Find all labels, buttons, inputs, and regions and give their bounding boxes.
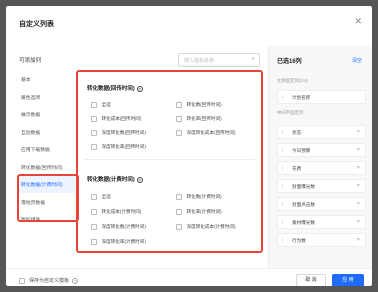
group-divider bbox=[84, 159, 255, 160]
checkbox-icon bbox=[176, 102, 182, 108]
drag-handle-icon[interactable]: ⁞ bbox=[282, 148, 283, 154]
checkbox-icon bbox=[91, 224, 97, 230]
drag-handle-icon[interactable]: ⁞ bbox=[282, 238, 283, 244]
checkbox-option[interactable]: 转化成本(计费时间) bbox=[91, 209, 141, 215]
selected-item[interactable]: ⁞ 封面点击数 × bbox=[277, 197, 366, 211]
drag-handle-icon[interactable]: ⁞ bbox=[282, 220, 283, 226]
checkbox-option[interactable]: 转化率(回传时间) bbox=[176, 116, 222, 122]
remove-icon[interactable]: × bbox=[357, 183, 360, 189]
available-columns-title: 可添加列 bbox=[19, 58, 42, 64]
category-item-attributes[interactable]: 属性选项 bbox=[19, 88, 75, 106]
checkbox-icon bbox=[91, 239, 97, 245]
checkbox-icon bbox=[91, 194, 97, 200]
checkbox-select-all[interactable]: 全选 bbox=[91, 194, 111, 200]
group-title-postback: 转化数据(回传时间)? bbox=[87, 85, 143, 92]
search-placeholder: 搜入指标名称 bbox=[184, 58, 215, 64]
checkbox-icon bbox=[176, 116, 182, 122]
selected-item[interactable]: ⁞ 今日预算 × bbox=[277, 143, 366, 157]
fixed-columns-label: 左侧固定列(1/4) bbox=[277, 78, 308, 83]
checkbox-icon bbox=[91, 116, 97, 122]
search-icon: ⌕ bbox=[251, 56, 255, 62]
selected-count-title: 已选16列 bbox=[277, 59, 302, 65]
checkbox-option[interactable]: 转化成本(回传时间) bbox=[91, 116, 141, 122]
checkbox-option[interactable]: 深度转化率(回传时间) bbox=[91, 144, 146, 150]
group-title-billing: 转化数据(计费时间)? bbox=[87, 176, 143, 183]
unfixed-columns-label: 中间不固定列 bbox=[277, 110, 304, 115]
selected-item[interactable]: ⁞ 花费 × bbox=[277, 161, 366, 175]
dialog-title: 自定义列表 bbox=[19, 21, 54, 28]
remove-icon[interactable]: × bbox=[357, 147, 360, 153]
highlight-box-categories bbox=[17, 174, 79, 222]
checkbox-option[interactable]: 深度转化成本(计费时间) bbox=[176, 224, 236, 230]
help-icon[interactable]: ? bbox=[136, 85, 143, 92]
selected-item[interactable]: ⁞ 状态 × bbox=[277, 125, 366, 139]
checkbox-icon bbox=[91, 144, 97, 150]
checkbox-option[interactable]: 深度转化数(回传时间) bbox=[91, 130, 146, 136]
help-icon[interactable]: ? bbox=[136, 176, 143, 183]
save-template-checkbox[interactable]: 保存为自定义模板 ? bbox=[19, 277, 79, 284]
checkbox-icon bbox=[91, 130, 97, 136]
checkbox-option[interactable]: 转化数(计费时间) bbox=[176, 194, 222, 200]
footer-divider bbox=[6, 268, 372, 269]
selected-item[interactable]: ⁞ 素材曝光数 × bbox=[277, 215, 366, 229]
close-icon[interactable]: ✕ bbox=[354, 17, 362, 26]
checkbox-icon[interactable] bbox=[19, 277, 25, 284]
cancel-button[interactable]: 取 消 bbox=[296, 274, 326, 286]
checkbox-icon bbox=[176, 209, 182, 215]
options-panel: 转化数据(回传时间)? 全选 转化数(回传时间) 转化成本(回传时间) 转化率(… bbox=[76, 70, 263, 253]
help-icon[interactable]: ? bbox=[72, 277, 79, 284]
category-item-basic[interactable]: 基本 bbox=[19, 70, 75, 88]
drag-handle-icon[interactable]: ⁞ bbox=[282, 95, 283, 101]
metric-search-input[interactable]: 搜入指标名称 ⌕ bbox=[178, 53, 260, 67]
checkbox-icon bbox=[176, 224, 182, 230]
checkbox-icon bbox=[176, 194, 182, 200]
checkbox-icon bbox=[91, 209, 97, 215]
checkbox-icon bbox=[91, 102, 97, 108]
category-item-interaction[interactable]: 互动数据 bbox=[19, 123, 75, 141]
drag-handle-icon[interactable]: ⁞ bbox=[282, 202, 283, 208]
remove-icon[interactable]: × bbox=[357, 129, 360, 135]
selected-item[interactable]: ⁞ 行为数 × bbox=[277, 233, 366, 247]
drag-handle-icon[interactable]: ⁞ bbox=[282, 130, 283, 136]
selected-item-fixed[interactable]: ⁞ 计划名称 bbox=[277, 90, 366, 104]
custom-columns-dialog: 自定义列表 ✕ 可添加列 搜入指标名称 ⌕ 基本 属性选项 展示数据 互动数据 … bbox=[6, 6, 372, 286]
remove-icon[interactable]: × bbox=[357, 165, 360, 171]
checkbox-option[interactable]: 转化率(计费时间) bbox=[176, 209, 222, 215]
checkbox-select-all[interactable]: 全选 bbox=[91, 102, 111, 108]
category-item-conversion-postback[interactable]: 转化数据(回传时间) bbox=[19, 158, 75, 176]
checkbox-option[interactable]: 转化数(回传时间) bbox=[176, 102, 222, 108]
category-item-display[interactable]: 展示数据 bbox=[19, 105, 75, 123]
apply-button[interactable]: 应 用 bbox=[332, 274, 364, 286]
selected-columns-panel: 已选16列 清空 左侧固定列(1/4) ⁞ 计划名称 中间不固定列 ⁞ 状态 × ⁞ 今… bbox=[269, 46, 372, 268]
drag-handle-icon[interactable]: ⁞ bbox=[282, 166, 283, 172]
drag-handle-icon[interactable]: ⁞ bbox=[282, 184, 283, 190]
category-item-app-download[interactable]: 应用下载数据 bbox=[19, 140, 75, 158]
remove-icon[interactable]: × bbox=[357, 237, 360, 243]
selected-item[interactable]: ⁞ 封面曝光数 × bbox=[277, 179, 366, 193]
checkbox-option[interactable]: 深度转化成本(回传时间) bbox=[176, 130, 236, 136]
checkbox-option[interactable]: 深度转化率(计费时间) bbox=[91, 239, 146, 245]
remove-icon[interactable]: × bbox=[357, 219, 360, 225]
checkbox-icon bbox=[176, 130, 182, 136]
remove-icon[interactable]: × bbox=[357, 201, 360, 207]
clear-selected-link[interactable]: 清空 bbox=[352, 57, 362, 64]
checkbox-option[interactable]: 深度转化数(计费时间) bbox=[91, 224, 146, 230]
